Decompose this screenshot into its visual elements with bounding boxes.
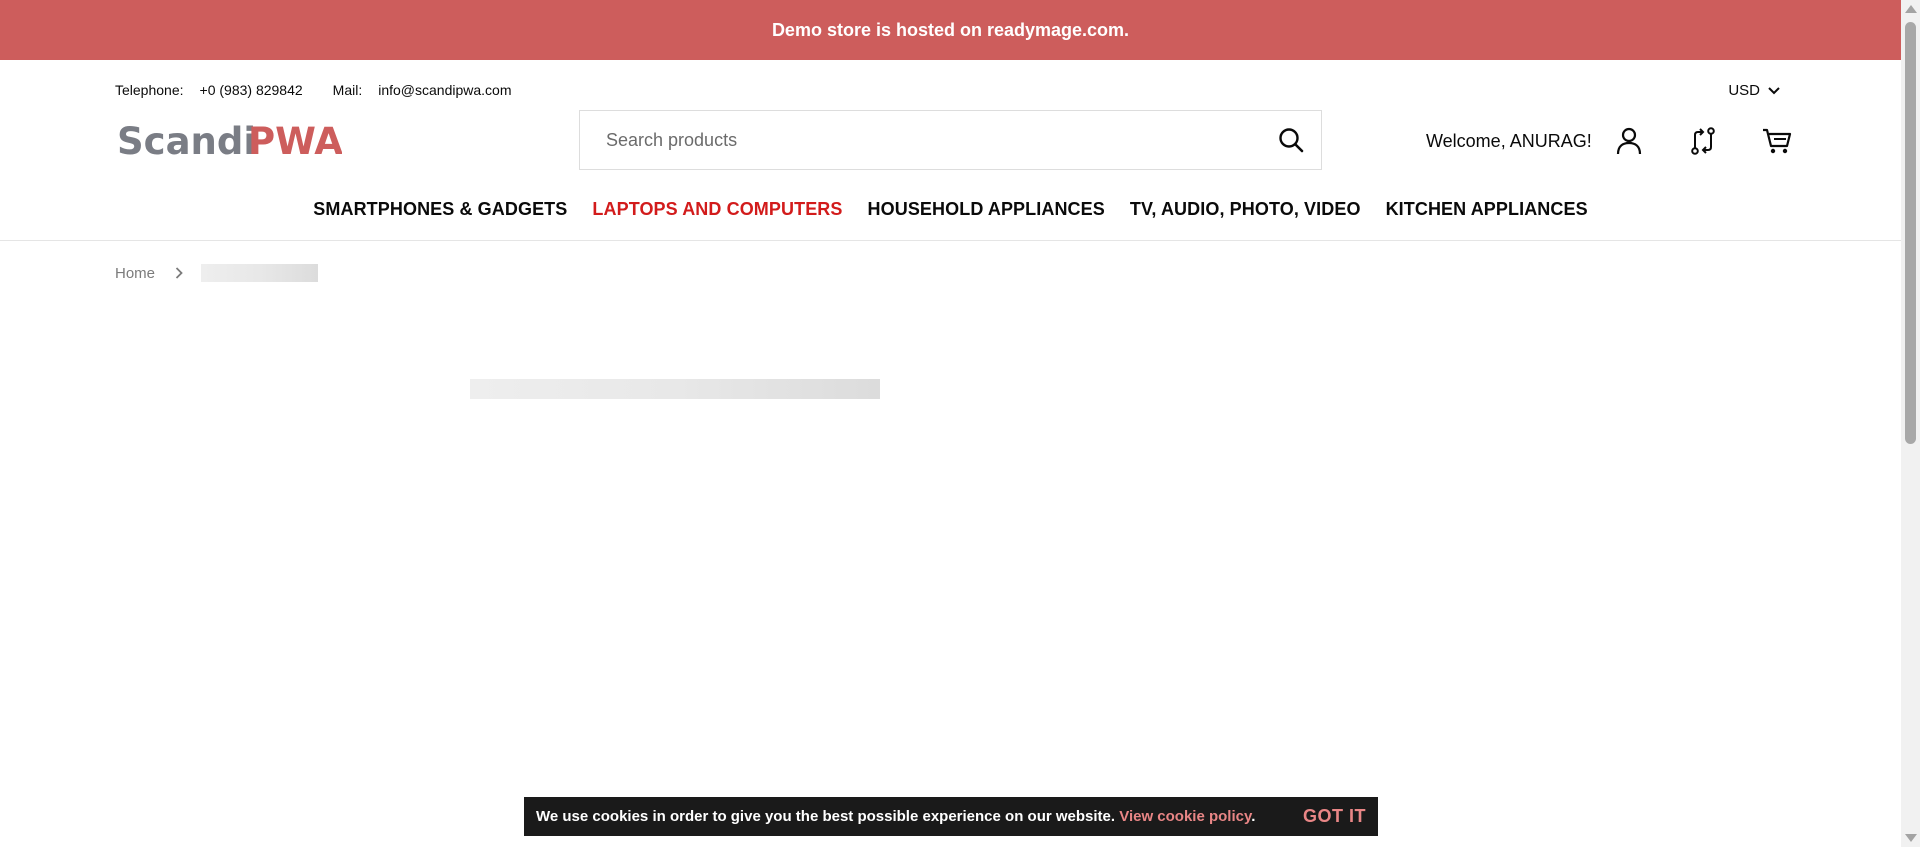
- welcome-text: Welcome, ANURAG!: [1426, 130, 1592, 151]
- telephone-value: +0 (983) 829842: [199, 82, 303, 98]
- scrollbar-thumb[interactable]: [1905, 22, 1916, 444]
- currency-switcher[interactable]: USD: [1728, 82, 1780, 99]
- compare-icon[interactable]: [1686, 124, 1720, 158]
- contact-bar: Telephone: +0 (983) 829842 Mail: info@sc…: [115, 82, 542, 98]
- page-title-loading-placeholder: [470, 379, 880, 399]
- mail-label: Mail:: [332, 82, 363, 98]
- cookie-policy-link[interactable]: View cookie policy: [1119, 808, 1251, 825]
- page-scrollbar[interactable]: [1901, 0, 1920, 847]
- logo[interactable]: Scandi PWA: [117, 117, 343, 163]
- chevron-down-icon: [1768, 82, 1780, 99]
- cookie-period: .: [1251, 808, 1256, 825]
- header-divider: [0, 240, 1901, 241]
- currency-value: USD: [1728, 82, 1760, 99]
- scroll-up-arrow-icon[interactable]: [1905, 5, 1917, 13]
- nav-smartphones-gadgets[interactable]: SMARTPHONES & GADGETS: [313, 199, 567, 220]
- chevron-right-icon: [175, 267, 183, 279]
- breadcrumb: Home: [115, 264, 319, 282]
- cookie-message-wrap: We use cookies in order to give you the …: [536, 808, 1303, 825]
- breadcrumb-home[interactable]: Home: [115, 265, 155, 282]
- cookie-banner: We use cookies in order to give you the …: [524, 797, 1378, 836]
- logo-text-pwa: PWA: [248, 120, 342, 163]
- nav-tv-audio-photo-video[interactable]: TV, AUDIO, PHOTO, VIDEO: [1130, 199, 1361, 220]
- logo-text-scandi: Scandi: [117, 120, 256, 163]
- cookie-message: We use cookies in order to give you the …: [536, 808, 1120, 825]
- search-bar: [579, 110, 1322, 170]
- telephone-label: Telephone:: [115, 82, 184, 98]
- main-navigation: SMARTPHONES & GADGETS LAPTOPS AND COMPUT…: [0, 199, 1901, 220]
- demo-banner-text: Demo store is hosted on readymage.com.: [771, 19, 1130, 40]
- nav-laptops-computers[interactable]: LAPTOPS AND COMPUTERS: [592, 199, 842, 220]
- mail-value: info@scandipwa.com: [378, 82, 512, 98]
- scroll-down-arrow-icon[interactable]: [1905, 834, 1917, 842]
- cookie-accept-button[interactable]: GOT IT: [1303, 806, 1366, 827]
- search-input[interactable]: [580, 111, 1261, 169]
- nav-kitchen-appliances[interactable]: KITCHEN APPLIANCES: [1386, 199, 1588, 220]
- nav-household-appliances[interactable]: HOUSEHOLD APPLIANCES: [868, 199, 1105, 220]
- header-account-area: Welcome, ANURAG!: [1426, 124, 1794, 158]
- search-icon[interactable]: [1261, 111, 1321, 169]
- cart-icon[interactable]: [1760, 124, 1794, 158]
- user-icon[interactable]: [1612, 124, 1646, 158]
- demo-banner: Demo store is hosted on readymage.com.: [0, 0, 1901, 60]
- breadcrumb-loading-placeholder: [201, 264, 319, 282]
